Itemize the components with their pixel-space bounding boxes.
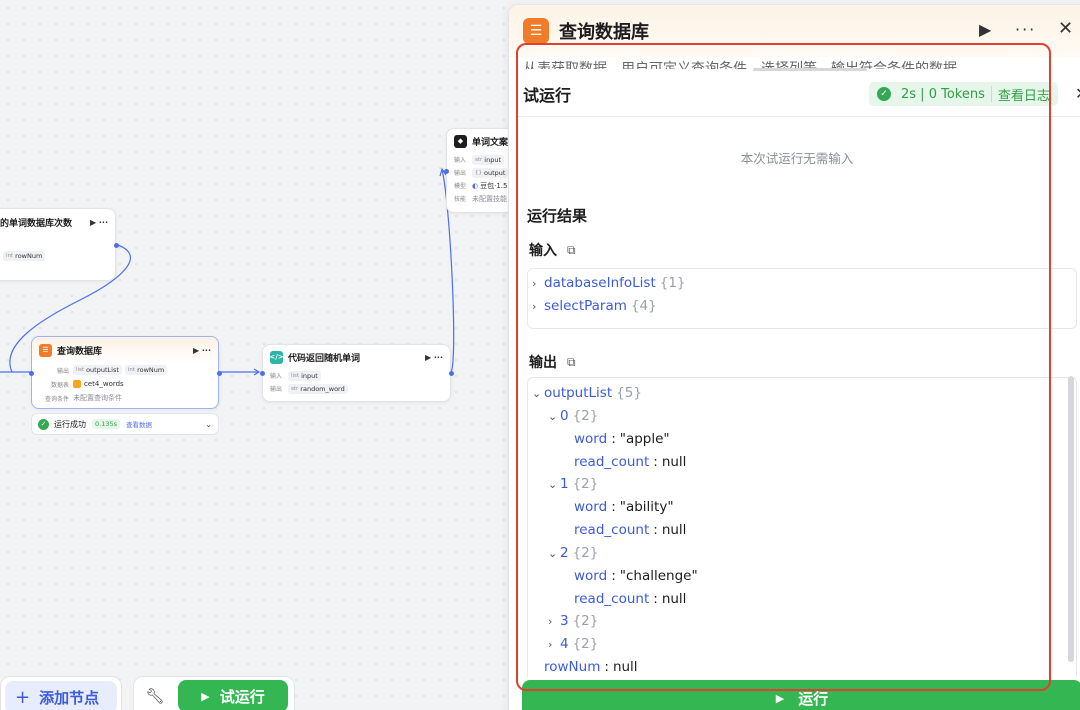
count-node-title: 的单词数据库次数 <box>0 218 73 229</box>
play-icon: ▶ <box>775 691 785 705</box>
db-node-condition-row: 查询条件 未配置查询条件 <box>44 394 122 403</box>
count-node-actions[interactable]: ▶ ··· <box>90 218 108 227</box>
count-node-output-row: int rowNum <box>0 249 115 263</box>
add-node-button[interactable]: + 添加节点 <box>0 676 122 710</box>
run-status-badge: ✓ 2s | 0 Tokens 查看日志 <box>869 82 1058 106</box>
model-icon: ◆ <box>454 134 467 148</box>
chevron-down-icon[interactable]: ⌄ <box>548 410 560 423</box>
code-node[interactable]: </> 代码返回随机单词 ▶ ··· 输入 list input 输出 str ra… <box>260 344 454 402</box>
count-node-header: 的单词数据库次数 ▶ ··· <box>0 209 115 235</box>
code-node-in-port[interactable] <box>260 371 265 376</box>
plus-icon: + <box>15 686 31 708</box>
code-node-actions[interactable]: ▶ ··· <box>425 353 443 362</box>
check-icon: ✓ <box>877 87 891 101</box>
json-node-item-2[interactable]: ⌄ 2 {2} <box>548 542 598 564</box>
json-node-databaseinfolist[interactable]: › databaseInfoList {1} <box>532 272 686 294</box>
view-log-link[interactable]: 查看日志 <box>998 85 1050 104</box>
table-icon <box>73 380 81 388</box>
code-node-title: 代码返回随机单词 <box>288 353 361 364</box>
check-icon: ✓ <box>38 418 49 430</box>
count-node-var-tag: int rowNum <box>3 251 46 261</box>
db-node-actions[interactable]: ▶ ··· <box>193 346 211 355</box>
result-title: 运行结果 <box>527 207 588 225</box>
panel-title: 查询数据库 <box>559 22 649 43</box>
count-node[interactable]: 的单词数据库次数 ▶ ··· int rowNum <box>0 208 119 281</box>
panel-header: ☰ 查询数据库 ▶ ··· ✕ <box>509 5 1080 57</box>
count-node-out-port[interactable] <box>114 243 119 248</box>
play-icon: ▶ <box>201 689 210 703</box>
chevron-right-icon[interactable]: › <box>548 615 560 628</box>
code-icon: </> <box>269 350 284 364</box>
chevron-down-icon[interactable]: ⌄ <box>205 420 212 429</box>
copy-icon[interactable]: ⧉ <box>567 355 576 370</box>
panel-description: 从表获取数据，用户可定义查询条件，选择列等，输出符合条件的数据 <box>523 61 957 69</box>
test-run-panel: 试运行 ✓ 2s | 0 Tokens 查看日志 ✕ 本次试运行无需输入 运行结… <box>517 71 1080 710</box>
chevron-down-icon[interactable]: ⌄ <box>548 478 560 491</box>
db-node-in-port[interactable] <box>29 371 34 376</box>
database-icon: ☰ <box>523 18 549 44</box>
no-input-message: 本次试运行无需输入 <box>740 151 854 166</box>
node-config-panel: ☰ 查询数据库 ▶ ··· ✕ 从表获取数据，用户可定义查询条件，选择列等，输出… <box>508 4 1080 710</box>
json-field-read-count: read_count: null <box>574 522 687 538</box>
db-output-tag-2: int rowNum <box>124 365 168 375</box>
more-icon[interactable]: ··· <box>1015 20 1036 39</box>
view-data-link[interactable]: 查看数据 <box>126 419 152 429</box>
chevron-down-icon[interactable]: ⌄ <box>548 547 560 560</box>
input-title: 输入 ⧉ <box>529 242 576 260</box>
db-output-tag: list outputList <box>73 365 122 375</box>
input-json-box: › databaseInfoList {1} › selectParam {4} <box>527 268 1077 329</box>
json-node-outputlist[interactable]: ⌄ outputList {5} <box>532 382 642 404</box>
llm-node-in-port[interactable] <box>444 169 449 174</box>
close-icon[interactable]: ✕ <box>1075 84 1080 103</box>
run-toolbar: 🔧︎ ▶ 试运行 <box>133 676 295 710</box>
code-node-input-row: 输入 list input <box>263 369 450 382</box>
close-icon[interactable]: ✕ <box>1058 18 1073 39</box>
chevron-right-icon[interactable]: › <box>532 300 544 313</box>
db-node-output-row: 输出 list outputList int rowNum <box>32 363 218 377</box>
copy-icon[interactable]: ⧉ <box>567 243 576 258</box>
db-node-title: 查询数据库 <box>57 346 103 357</box>
database-icon: ☰ <box>39 343 52 357</box>
chevron-right-icon[interactable]: › <box>532 277 544 290</box>
wrench-icon[interactable]: 🔧︎ <box>140 687 170 705</box>
test-run-button[interactable]: ▶ 试运行 <box>178 680 288 710</box>
json-field-word: word: "challenge" <box>574 568 698 584</box>
node-run-status[interactable]: ✓ 运行成功 0.135s 查看数据 ⌄ <box>31 413 219 435</box>
json-field-word: word: "apple" <box>574 431 670 447</box>
arrow-db-to-code <box>253 368 261 376</box>
json-field-read-count: read_count: null <box>574 454 687 470</box>
json-node-item-4[interactable]: › 4 {2} <box>548 633 598 655</box>
chevron-right-icon[interactable]: › <box>548 638 560 651</box>
doubao-icon: ◐ <box>472 181 479 190</box>
output-scrollbar[interactable] <box>1068 376 1074 662</box>
output-title: 输出 ⧉ <box>529 354 576 372</box>
code-node-output-row: 输出 str random_word <box>263 382 450 395</box>
code-node-out-port[interactable] <box>449 371 454 376</box>
run-button[interactable]: ▶ 运行 <box>522 680 1080 710</box>
db-node-table-row: 数据表 cet4_words <box>50 380 124 389</box>
db-node[interactable]: ☰ 查询数据库 ▶ ··· 输出 list outputList int rowNu… <box>29 336 222 409</box>
db-node-out-port[interactable] <box>217 371 222 376</box>
json-node-selectparam[interactable]: › selectParam {4} <box>532 295 657 317</box>
output-json-box: ⌄ outputList {5} ⌄ 0 {2} word: "apple" re… <box>527 377 1077 677</box>
code-node-header: </> 代码返回随机单词 ▶ ··· <box>263 345 450 369</box>
play-icon[interactable]: ▶ <box>979 20 991 39</box>
json-node-item-3[interactable]: › 3 {2} <box>548 610 598 632</box>
json-node-item-1[interactable]: ⌄ 1 {2} <box>548 473 598 495</box>
chevron-down-icon[interactable]: ⌄ <box>532 387 544 400</box>
json-node-item-0[interactable]: ⌄ 0 {2} <box>548 405 598 427</box>
test-run-title: 试运行 <box>523 85 572 105</box>
json-field-read-count: read_count: null <box>574 591 687 607</box>
json-field-word: word: "ability" <box>574 499 674 515</box>
db-node-header: ☰ 查询数据库 ▶ ··· <box>32 337 218 363</box>
json-field-rownum: rowNum: null <box>544 659 638 675</box>
